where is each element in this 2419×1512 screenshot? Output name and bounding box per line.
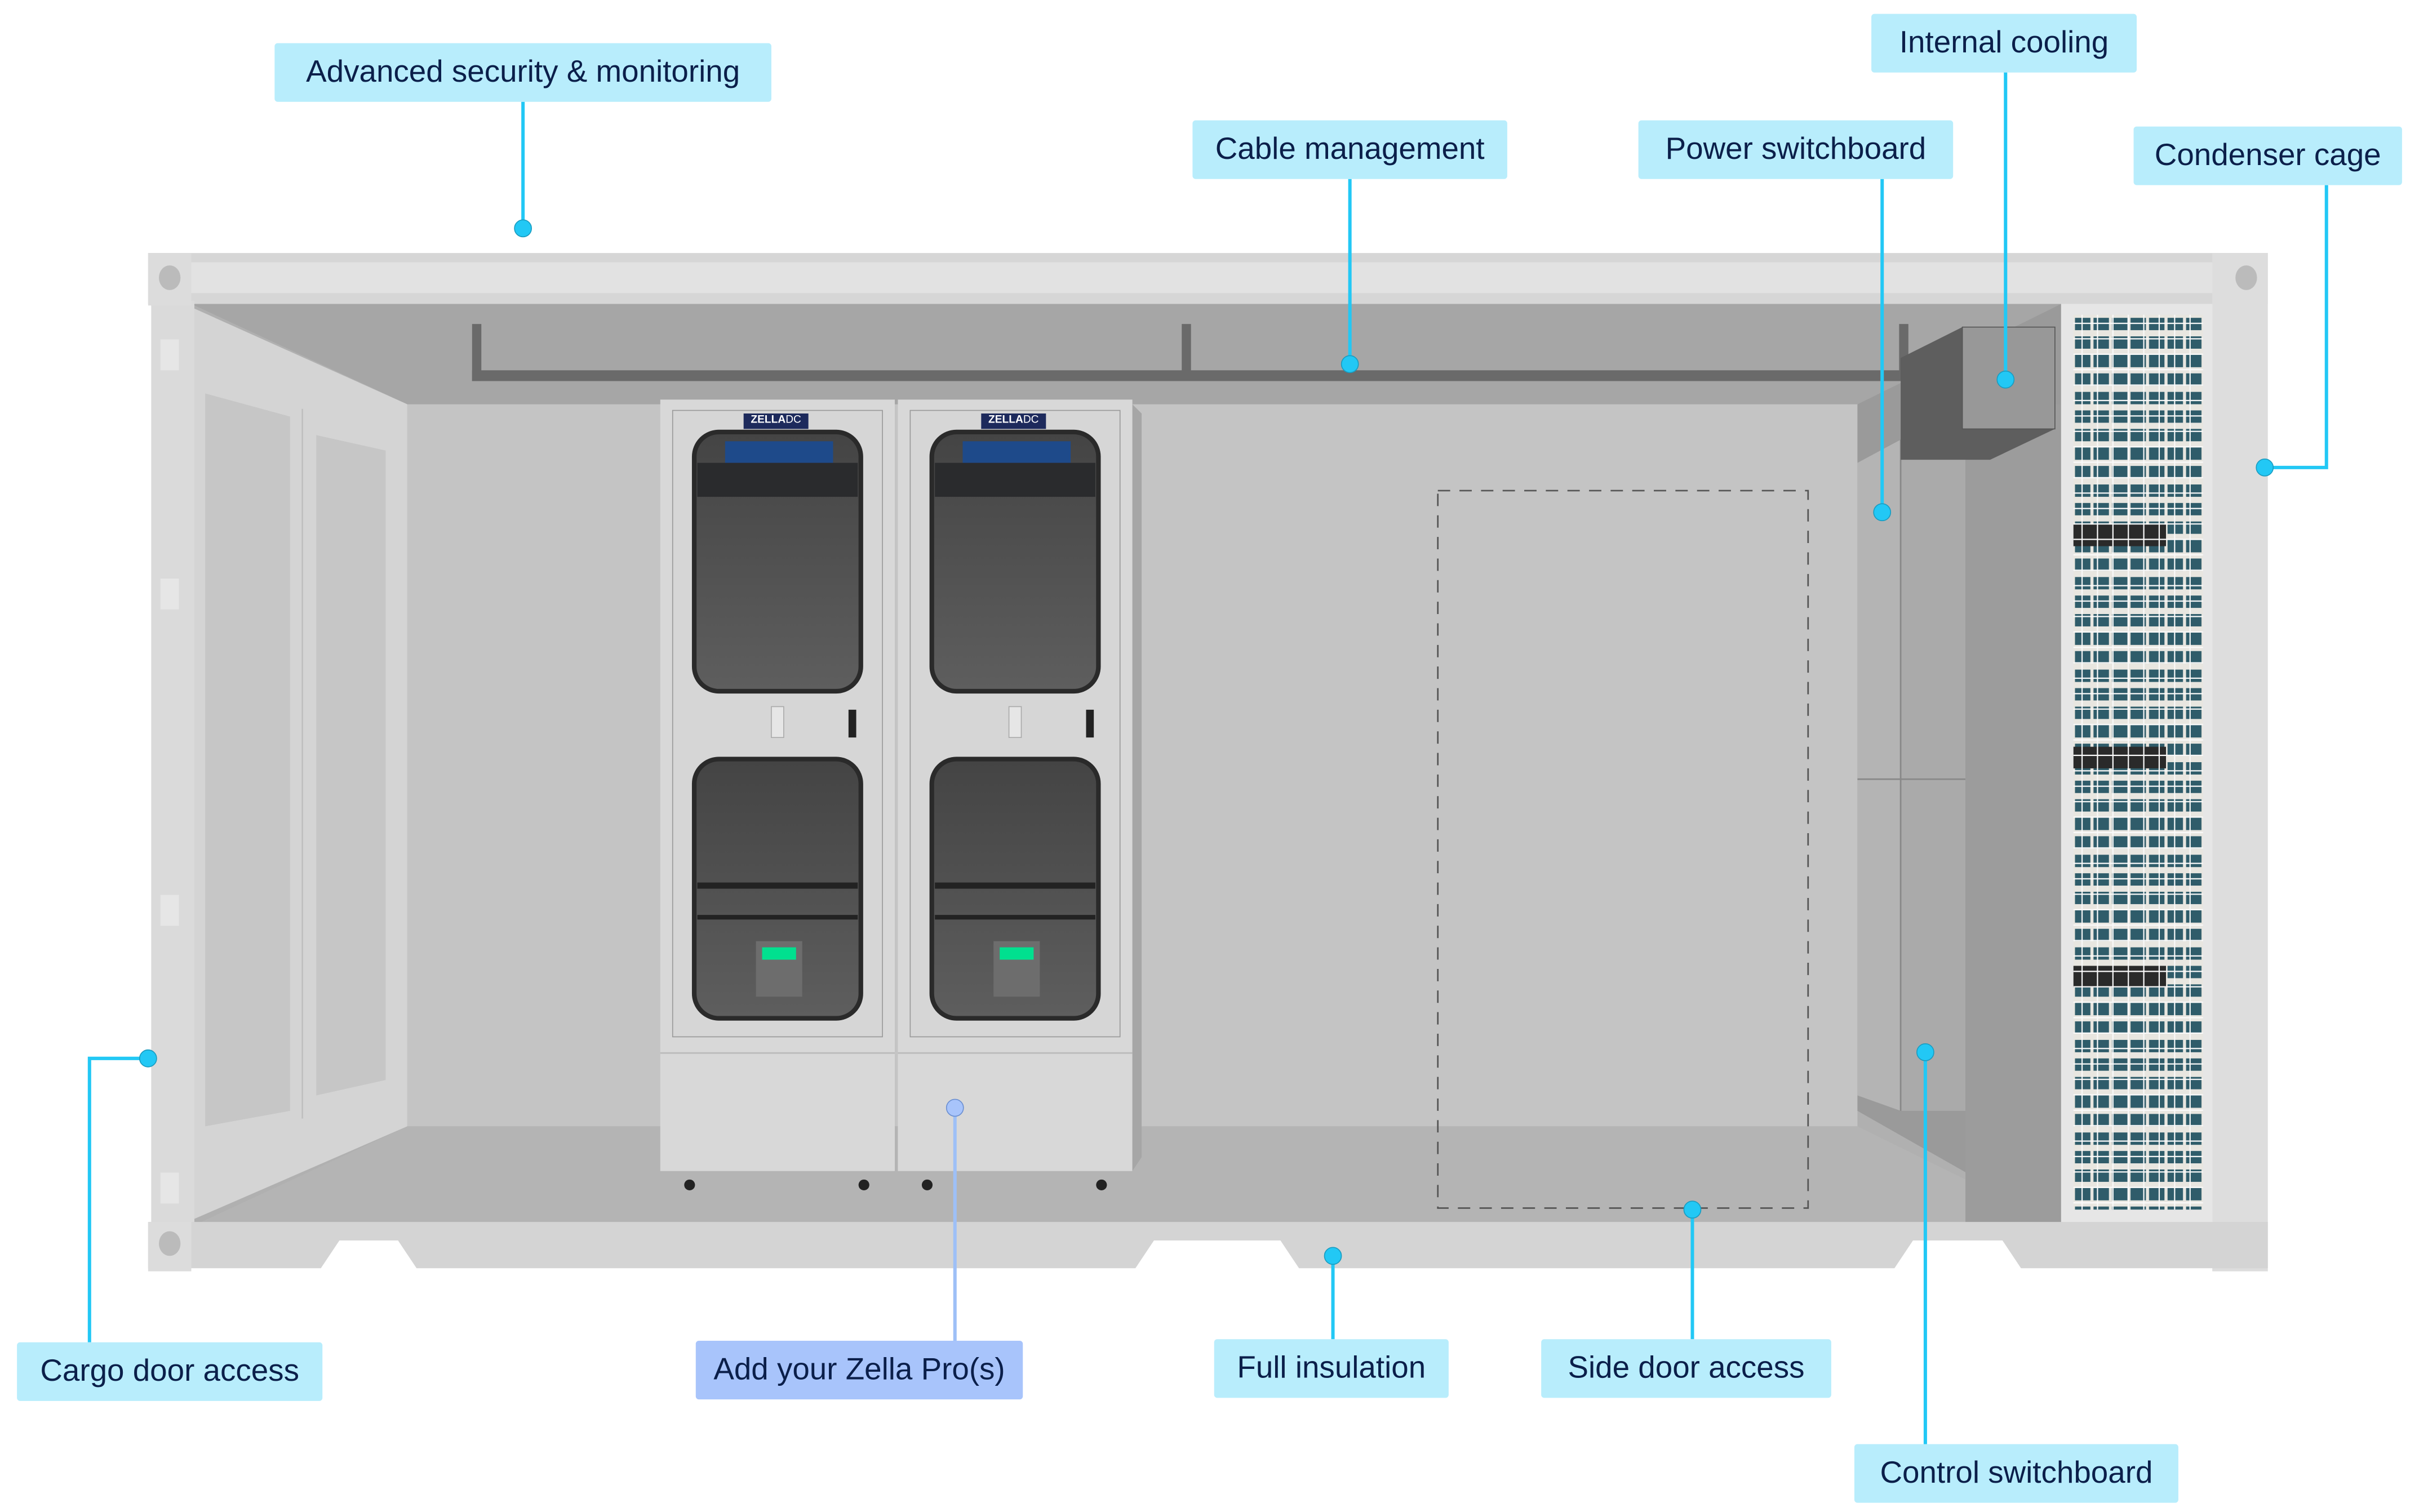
brand-suffix: DC: [785, 415, 801, 426]
container-diagram: ZELLADC ZELLADC Advanced security & moni…: [0, 0, 2419, 1512]
callout-condenser-cage[interactable]: Condenser cage: [2133, 126, 2402, 185]
condenser-cage: [2061, 304, 2213, 1227]
switchboard-assembly: [1857, 304, 2061, 1227]
callout-full-insulation[interactable]: Full insulation: [1214, 1339, 1449, 1398]
cabinet-1-brand: ZELLADC: [744, 413, 809, 429]
callout-control-switchboard[interactable]: Control switchboard: [1854, 1444, 2178, 1503]
callout-cable-management[interactable]: Cable management: [1192, 120, 1507, 179]
callout-add-zella-pro[interactable]: Add your Zella Pro(s): [695, 1341, 1023, 1400]
bottom-rail: [148, 1222, 2268, 1269]
brand-text: ZELLA: [988, 415, 1023, 426]
callout-side-door-access[interactable]: Side door access: [1541, 1339, 1831, 1398]
zella-cabinet-1: [660, 399, 895, 1190]
leader-cargo-door: [87, 1056, 148, 1342]
callout-cargo-door-access[interactable]: Cargo door access: [17, 1342, 323, 1401]
cargo-doors: [151, 301, 407, 1227]
leader-condenser-cage: [2265, 185, 2328, 469]
dot-internal-cooling: [1996, 370, 2015, 389]
dot-add-zella: [946, 1099, 964, 1117]
cabinet-2-brand: ZELLADC: [981, 413, 1046, 429]
dot-power-switchboard: [1873, 503, 1892, 522]
dot-side-door: [1683, 1200, 1702, 1219]
dot-cable-management: [1341, 355, 1359, 373]
dot-full-insulation: [1324, 1247, 1342, 1265]
callout-internal-cooling[interactable]: Internal cooling: [1871, 14, 2137, 73]
callout-advanced-security[interactable]: Advanced security & monitoring: [274, 43, 771, 102]
dot-condenser-cage: [2256, 458, 2274, 477]
dot-advanced-security: [514, 219, 532, 238]
brand-text: ZELLA: [751, 415, 786, 426]
callout-power-switchboard[interactable]: Power switchboard: [1638, 120, 1954, 179]
dot-control-switchboard: [1916, 1043, 1934, 1061]
zella-cabinet-2: [898, 399, 1142, 1190]
container-illustration: [87, 70, 2328, 1444]
brand-suffix: DC: [1023, 415, 1039, 426]
dot-cargo-door: [139, 1049, 157, 1068]
